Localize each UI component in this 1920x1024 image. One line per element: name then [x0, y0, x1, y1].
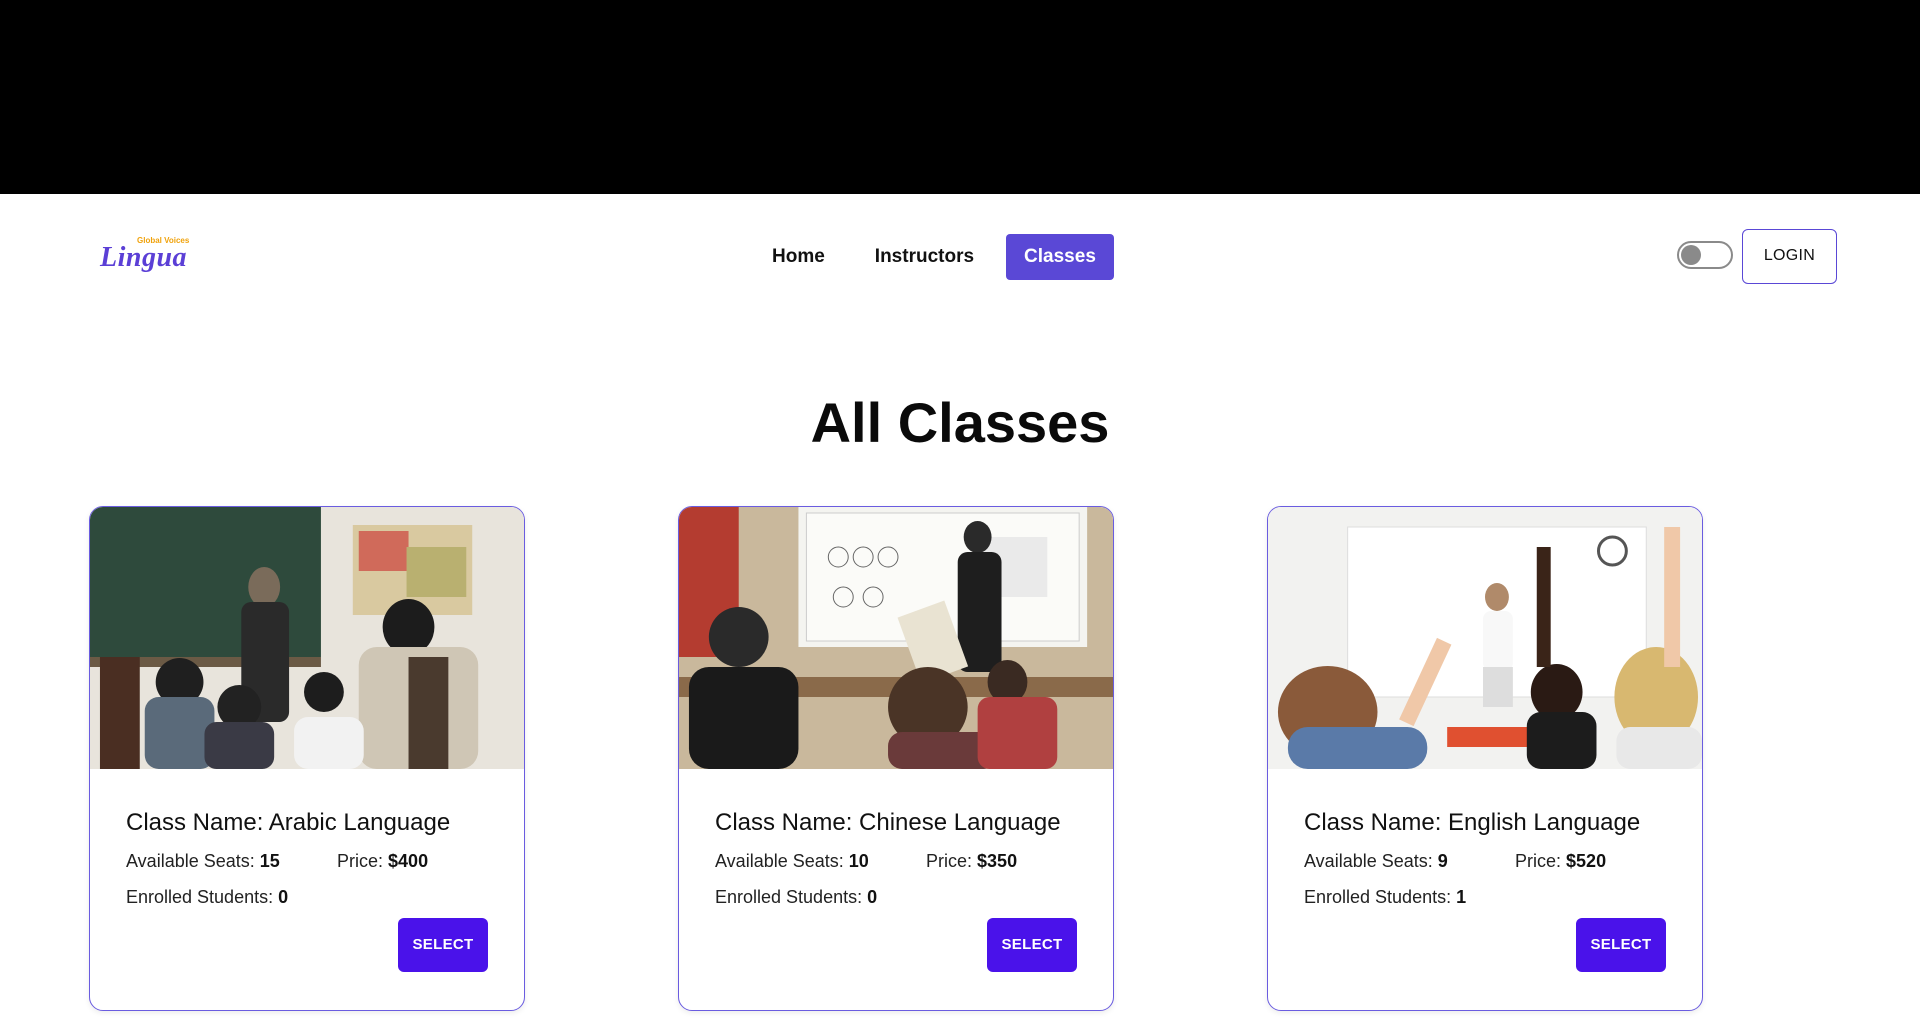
available-seats-value: 15 — [259, 851, 280, 871]
class-card: Class Name: English Language Available S… — [1267, 506, 1703, 1011]
page-title: All Classes — [810, 391, 1110, 454]
price-label: Price: — [337, 851, 384, 871]
class-name-label: Class Name: — [715, 809, 853, 836]
class-card: Class Name: Chinese Language Available S… — [678, 506, 1114, 1011]
available-seats-value: 10 — [848, 851, 869, 871]
available-seats-label: Available Seats: — [126, 851, 255, 871]
class-name: Class Name: Arabic Language — [126, 809, 488, 837]
price-label: Price: — [926, 851, 973, 871]
class-stats-row: Available Seats: 10 Price: $350 — [715, 851, 1077, 875]
class-card: Class Name: Arabic Language Available Se… — [89, 506, 525, 1011]
enrolled-students: Enrolled Students: 0 — [715, 887, 1077, 908]
price: Price: $350 — [926, 851, 1017, 872]
select-button[interactable]: SELECT — [987, 918, 1077, 972]
price: Price: $520 — [1515, 851, 1606, 872]
nav-link-classes[interactable]: Classes — [1006, 234, 1114, 280]
class-stats-row: Available Seats: 9 Price: $520 — [1304, 851, 1666, 875]
toggle-knob — [1681, 245, 1701, 265]
select-button[interactable]: SELECT — [398, 918, 488, 972]
available-seats: Available Seats: 10 — [715, 851, 869, 872]
class-name-label: Class Name: — [1304, 809, 1442, 836]
nav-link-home[interactable]: Home — [754, 234, 843, 280]
theme-toggle[interactable] — [1677, 241, 1733, 269]
nav-link-instructors[interactable]: Instructors — [857, 234, 992, 280]
enrolled-students-label: Enrolled Students: — [1304, 887, 1452, 907]
select-button[interactable]: SELECT — [1576, 918, 1666, 972]
navbar: Global Voices Lingua Home Instructors Cl… — [0, 194, 1920, 320]
enrolled-students: Enrolled Students: 1 — [1304, 887, 1666, 908]
available-seats-label: Available Seats: — [715, 851, 844, 871]
class-image — [1268, 507, 1702, 769]
available-seats: Available Seats: 15 — [126, 851, 280, 872]
logo-wordmark: Lingua — [100, 242, 188, 273]
class-name-value: Chinese Language — [859, 809, 1061, 836]
class-name-value: English Language — [1448, 809, 1641, 836]
class-name: Class Name: Chinese Language — [715, 809, 1077, 837]
price-value: $520 — [1566, 851, 1607, 871]
available-seats-value: 9 — [1437, 851, 1448, 871]
class-name-value: Arabic Language — [268, 809, 451, 836]
class-image — [679, 507, 1113, 769]
class-card-body: Class Name: English Language Available S… — [1304, 809, 1666, 908]
top-black-bar — [0, 0, 1920, 194]
logo[interactable]: Global Voices Lingua — [100, 236, 192, 276]
enrolled-students-value: 0 — [278, 887, 289, 907]
class-image — [90, 507, 524, 769]
login-button[interactable]: LOGIN — [1742, 229, 1837, 284]
price-value: $350 — [977, 851, 1018, 871]
price-label: Price: — [1515, 851, 1562, 871]
price: Price: $400 — [337, 851, 428, 872]
enrolled-students-value: 1 — [1456, 887, 1467, 907]
enrolled-students-label: Enrolled Students: — [126, 887, 274, 907]
enrolled-students-value: 0 — [867, 887, 878, 907]
enrolled-students: Enrolled Students: 0 — [126, 887, 488, 908]
class-name-label: Class Name: — [126, 809, 264, 836]
available-seats-label: Available Seats: — [1304, 851, 1433, 871]
class-card-body: Class Name: Arabic Language Available Se… — [126, 809, 488, 908]
available-seats: Available Seats: 9 — [1304, 851, 1448, 872]
class-stats-row: Available Seats: 15 Price: $400 — [126, 851, 488, 875]
nav-links: Home Instructors Classes — [754, 234, 1128, 280]
enrolled-students-label: Enrolled Students: — [715, 887, 863, 907]
class-card-body: Class Name: Chinese Language Available S… — [715, 809, 1077, 908]
class-name: Class Name: English Language — [1304, 809, 1666, 837]
price-value: $400 — [388, 851, 429, 871]
